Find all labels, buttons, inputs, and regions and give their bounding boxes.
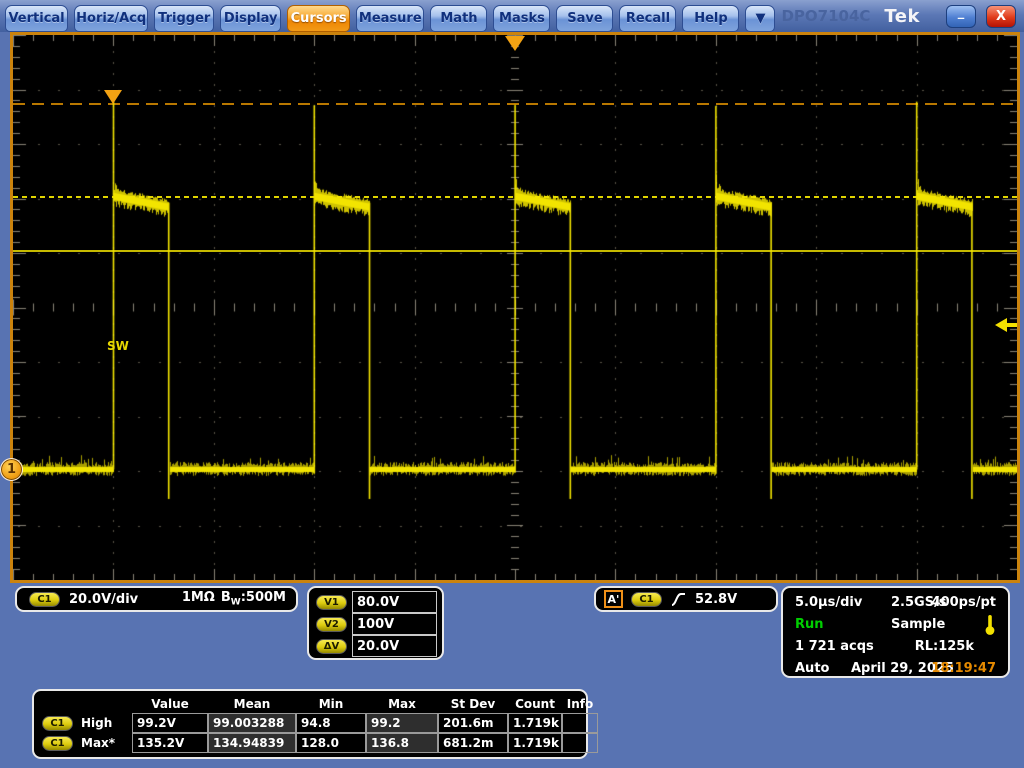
trigger-position-marker-icon[interactable] (505, 36, 525, 51)
waveform-display[interactable]: 1 SW (10, 32, 1020, 583)
oscilloscope-screen: { "window": { "model": "DPO7104C", "bran… (0, 0, 1024, 768)
cursor-v1-value[interactable]: 80.0V (352, 591, 437, 613)
measurement-table-panel: Value Mean Min Max St Dev Count Info C1 H… (32, 689, 588, 759)
cursor-v2-value[interactable]: 100V (352, 613, 437, 635)
channel1-trace (13, 35, 1017, 580)
header-max: Max (366, 695, 438, 713)
acquisition-state: Run (795, 617, 824, 632)
graticule-area[interactable]: 1 SW (13, 35, 1017, 580)
trigger-source-badge[interactable]: C1 (631, 592, 662, 607)
sample-resolution: 400ps/pt (932, 595, 996, 610)
cursor-delta-badge[interactable]: ΔV (316, 639, 347, 654)
cursor-v2-row: V2 100V (316, 613, 437, 635)
timebase-value[interactable]: 5.0µs/div (795, 595, 862, 610)
measurement-row-max[interactable]: C1 Max* 135.2V 134.94839 128.0 136.8 681.… (40, 733, 586, 753)
max-annotation-marker-icon (104, 90, 122, 104)
cursor-delta-row: ΔV 20.0V (316, 635, 437, 657)
meas-max-value: 135.2V (132, 733, 208, 753)
meas-max-info (562, 733, 598, 753)
close-button[interactable]: X (986, 5, 1016, 28)
measurement-header-row: Value Mean Min Max St Dev Count Info (40, 695, 586, 713)
acquisition-mode: Sample (891, 617, 945, 632)
menu-measure[interactable]: Measure (356, 5, 424, 32)
meas-max-min: 128.0 (296, 733, 366, 753)
meas-high-name: High (81, 716, 112, 730)
header-stdev: St Dev (438, 695, 508, 713)
meas-high-info (562, 713, 598, 733)
minimize-button[interactable]: _ (946, 5, 976, 28)
header-info: Info (562, 695, 598, 713)
meas-max-name: Max* (81, 736, 115, 750)
tek-logo: Tek (884, 6, 920, 27)
menu-horiz-acq[interactable]: Horiz/Acq (74, 5, 148, 32)
trigger-mode[interactable]: Auto (795, 661, 829, 676)
trigger-readout-panel[interactable]: A' C1 52.8V (594, 586, 778, 612)
trigger-level-marker-icon[interactable] (995, 318, 1017, 332)
meas-high-count: 1.719k (508, 713, 562, 733)
trigger-a-badge: A' (604, 590, 623, 608)
header-mean: Mean (208, 695, 296, 713)
menu-bar: Vertical Horiz/Acq Trigger Display Curso… (0, 0, 1024, 32)
meas-high-min: 94.8 (296, 713, 366, 733)
acquisition-readout-panel: 5.0µs/div 2.5GS/s 400ps/pt Run Sample 1 … (781, 586, 1010, 678)
menu-help[interactable]: Help (682, 5, 739, 32)
cursor-delta-value: 20.0V (352, 635, 437, 657)
header-min: Min (296, 695, 366, 713)
menu-vertical[interactable]: Vertical (5, 5, 68, 32)
meas-high-stdev: 201.6m (438, 713, 508, 733)
record-length: RL:125k (915, 639, 974, 654)
time-display: 18:19:47 (931, 661, 996, 676)
trigger-level-value: 52.8V (695, 592, 737, 607)
menu-save[interactable]: Save (556, 5, 613, 32)
menu-cursors[interactable]: Cursors (287, 5, 350, 32)
channel1-reference-marker[interactable]: 1 (0, 458, 23, 481)
meas-max-stdev: 681.2m (438, 733, 508, 753)
menu-masks[interactable]: Masks (493, 5, 550, 32)
meas-high-source-badge: C1 (42, 716, 73, 731)
meas-max-max: 136.8 (366, 733, 438, 753)
channel1-readout-panel[interactable]: C1 20.0V/div 1MΩ BW:500M (15, 586, 298, 612)
meas-max-count: 1.719k (508, 733, 562, 753)
meas-high-value: 99.2V (132, 713, 208, 733)
meas-max-source-badge: C1 (42, 736, 73, 751)
thermometer-icon (984, 614, 996, 636)
menu-more-dropdown[interactable]: ▼ (745, 5, 775, 32)
measurement-row-high[interactable]: C1High 99.2V 99.003288 94.8 99.2 201.6m … (40, 713, 586, 733)
cursor-v1-row: V1 80.0V (316, 591, 437, 613)
meas-high-mean: 99.003288 (208, 713, 296, 733)
cursor-v2-badge[interactable]: V2 (316, 617, 347, 632)
menu-recall[interactable]: Recall (619, 5, 676, 32)
menu-display[interactable]: Display (220, 5, 281, 32)
header-count: Count (508, 695, 562, 713)
channel1-badge[interactable]: C1 (29, 592, 60, 607)
meas-high-max: 99.2 (366, 713, 438, 733)
channel1-scale: 20.0V/div (69, 592, 138, 607)
header-value: Value (132, 695, 208, 713)
menu-math[interactable]: Math (430, 5, 487, 32)
cursor-v1-badge[interactable]: V1 (316, 595, 347, 610)
meas-max-mean: 134.94839 (208, 733, 296, 753)
cursor-readout-panel: V1 80.0V V2 100V ΔV 20.0V (307, 586, 444, 660)
acquisition-count: 1 721 acqs (795, 639, 874, 654)
model-watermark: DPO7104C (781, 7, 870, 25)
trace-label: SW (107, 339, 129, 353)
channel1-coupling: 1MΩ BW:500M (182, 590, 286, 608)
menu-trigger[interactable]: Trigger (154, 5, 214, 32)
rising-slope-icon (670, 591, 687, 608)
